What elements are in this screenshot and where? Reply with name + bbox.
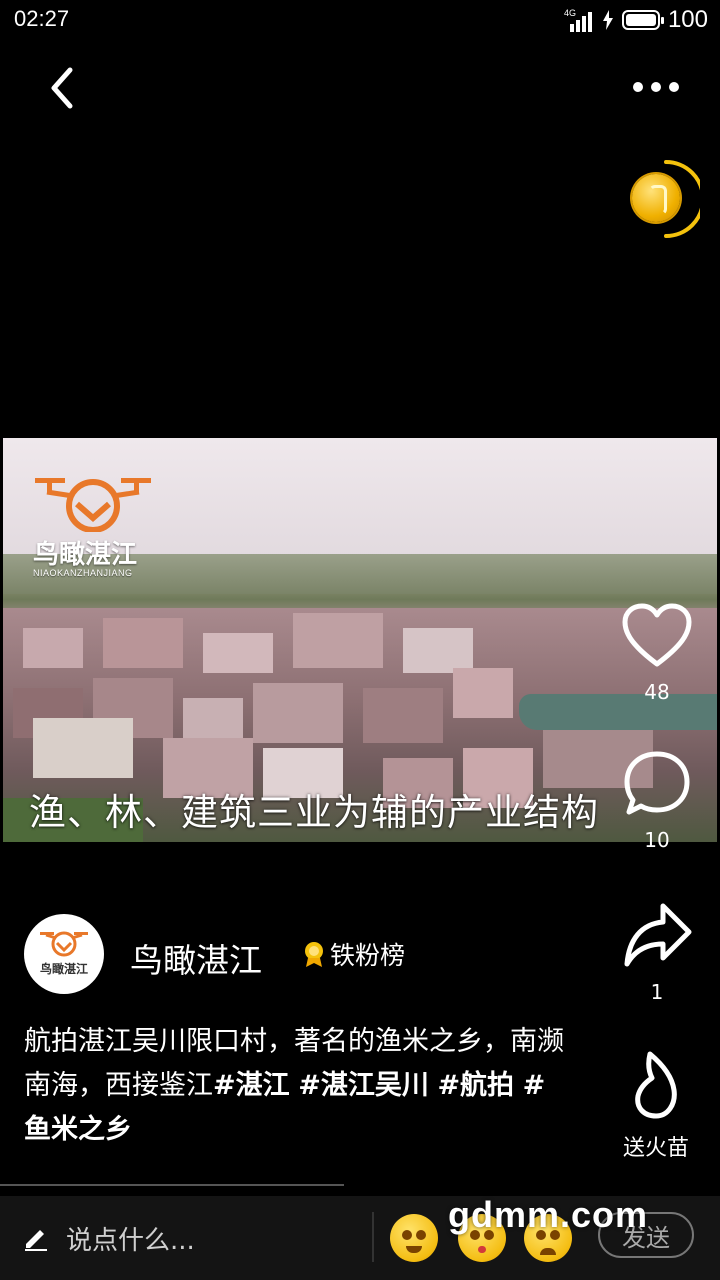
coin-icon	[632, 174, 680, 222]
medal-icon	[305, 942, 323, 967]
post-description: 航拍湛江吴川限口村，著名的渔米之乡，南濒南海，西接鉴江#湛江 #湛江吴川 #航拍…	[24, 1020, 564, 1152]
video-watermark-name: 鸟瞰湛江	[33, 540, 138, 570]
status-time: 02:27	[14, 6, 70, 31]
hashtag[interactable]: #航拍	[437, 1070, 514, 1101]
more-dots-icon	[633, 82, 679, 92]
avatar-text: 鸟瞰湛江	[39, 962, 88, 976]
drone-logo-icon	[35, 478, 151, 532]
like-count: 48	[644, 680, 670, 704]
pencil-icon	[25, 1230, 47, 1251]
signal-icon: 4G	[564, 8, 594, 32]
author-avatar[interactable]: 鸟瞰湛江	[24, 914, 104, 994]
fan-rank-label: 铁粉榜	[330, 941, 406, 970]
comment-bubble-icon	[624, 751, 690, 815]
coin-reward-widget[interactable]	[628, 158, 700, 240]
video-player[interactable]: 鸟瞰湛江 NIAOKANZHANJIANG 渔、林、建筑三业为辅的产业结构	[3, 438, 717, 842]
charging-icon	[602, 10, 613, 30]
battery-icon	[621, 10, 664, 30]
like-button[interactable]: 48	[612, 600, 702, 704]
comment-button[interactable]: 10	[612, 748, 702, 852]
flame-icon	[635, 1051, 677, 1119]
chevron-left-icon	[51, 67, 73, 109]
more-button[interactable]	[626, 70, 686, 104]
send-fire-label: 送火苗	[622, 1136, 689, 1161]
share-arrow-icon	[624, 903, 692, 967]
share-count: 1	[650, 980, 664, 1004]
status-bar: 02:27 4G 100	[0, 0, 720, 40]
comment-input[interactable]: 说点什么...	[22, 1214, 362, 1262]
author-row: 鸟瞰湛江 鸟瞰湛江 铁粉榜	[24, 914, 584, 994]
bar-separator	[372, 1212, 374, 1262]
comment-placeholder: 说点什么...	[66, 1225, 195, 1256]
author-name[interactable]: 鸟瞰湛江	[130, 934, 262, 982]
share-button[interactable]: 1	[612, 900, 702, 1004]
hashtag[interactable]: #湛江	[213, 1070, 290, 1101]
back-button[interactable]	[40, 62, 88, 114]
comment-count: 10	[644, 828, 670, 852]
video-watermark-pinyin: NIAOKANZHANJIANG	[33, 568, 133, 578]
send-fire-button[interactable]: 送火苗	[608, 1050, 704, 1162]
emoji-smile-icon[interactable]	[390, 1214, 438, 1262]
video-caption: 渔、林、建筑三业为辅的产业结构	[29, 791, 599, 834]
status-indicators: 4G 100	[564, 6, 708, 34]
hashtag[interactable]: #湛江吴川	[298, 1070, 429, 1101]
site-watermark: gdmm.com	[448, 1194, 649, 1235]
avatar-drone-logo-icon	[40, 931, 88, 957]
battery-level: 100	[667, 6, 708, 33]
heart-icon	[622, 603, 692, 667]
fan-rank-badge[interactable]: 铁粉榜	[302, 938, 405, 970]
divider	[0, 1184, 344, 1186]
